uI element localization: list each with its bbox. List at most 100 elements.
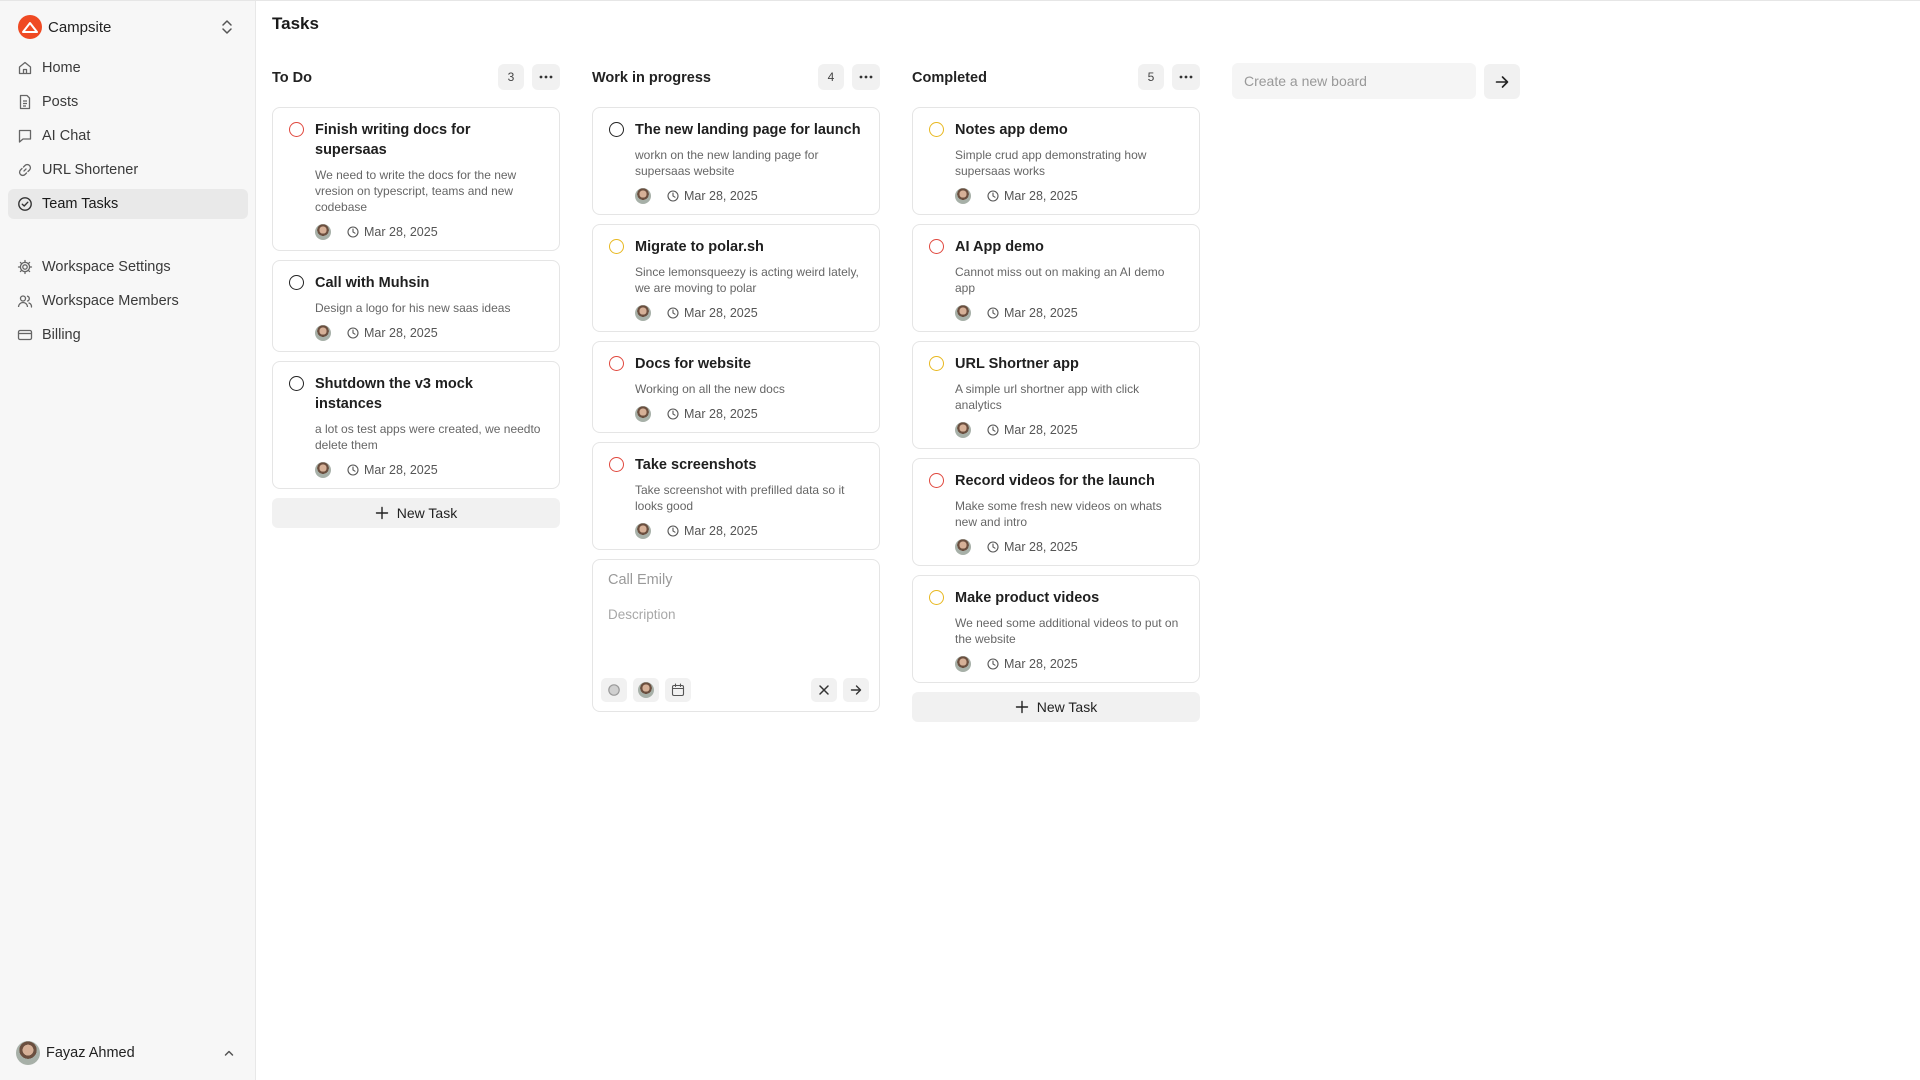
sidebar-item-ai-chat[interactable]: AI Chat: [8, 121, 248, 151]
users-icon: [17, 295, 33, 308]
task-card[interactable]: Make product videos We need some additio…: [912, 575, 1200, 683]
status-circle-icon[interactable]: [609, 239, 624, 254]
chevron-up-icon: [224, 1050, 234, 1056]
task-meta: Mar 28, 2025: [315, 224, 543, 240]
column-menu-button[interactable]: [1172, 64, 1200, 90]
clock-icon: [987, 307, 999, 319]
sidebar-item-url-shortener[interactable]: URL Shortener: [8, 155, 248, 185]
draft-date-button[interactable]: [665, 678, 691, 702]
user-menu[interactable]: Fayaz Ahmed: [16, 1038, 240, 1068]
column-menu-button[interactable]: [852, 64, 880, 90]
clock-icon: [987, 541, 999, 553]
task-card[interactable]: The new landing page for launch workn on…: [592, 107, 880, 215]
task-card[interactable]: URL Shortner app A simple url shortner a…: [912, 341, 1200, 449]
status-circle-icon[interactable]: [929, 356, 944, 371]
task-card[interactable]: Migrate to polar.sh Since lemonsqueezy i…: [592, 224, 880, 332]
chevron-up-down-icon: [222, 20, 232, 34]
sidebar-item-team-tasks[interactable]: Team Tasks: [8, 189, 248, 219]
task-meta: Mar 28, 2025: [635, 406, 863, 422]
new-task-button[interactable]: New Task: [272, 498, 560, 528]
clock-icon: [987, 424, 999, 436]
task-title: Migrate to polar.sh: [635, 239, 764, 255]
assignee-avatar: [955, 188, 971, 204]
status-circle-icon[interactable]: [609, 122, 624, 137]
task-meta: Mar 28, 2025: [315, 462, 543, 478]
campsite-logo-icon: [18, 15, 42, 39]
calendar-icon: [671, 683, 685, 697]
status-circle-icon[interactable]: [289, 376, 304, 391]
workspace-switcher[interactable]: Campsite: [12, 13, 242, 41]
column-menu-button[interactable]: [532, 64, 560, 90]
status-dot-icon: [608, 684, 620, 696]
create-board-button[interactable]: [1484, 64, 1520, 99]
task-card[interactable]: AI App demo Cannot miss out on making an…: [912, 224, 1200, 332]
clock-icon: [347, 327, 359, 339]
column-to-do: To Do 3 Finish writing docs for supersaa…: [272, 62, 560, 528]
sidebar-item-workspace-settings[interactable]: Workspace Settings: [8, 252, 248, 282]
draft-assignee-button[interactable]: [633, 678, 659, 702]
task-description: Design a logo for his new saas ideas: [315, 301, 511, 315]
draft-status-button[interactable]: [601, 678, 627, 702]
task-card[interactable]: Shutdown the v3 mock instances a lot os …: [272, 361, 560, 489]
sidebar-item-home[interactable]: Home: [8, 53, 248, 83]
task-title: Docs for website: [635, 356, 752, 372]
task-meta: Mar 28, 2025: [315, 325, 543, 341]
clock-icon: [667, 190, 679, 202]
task-meta: Mar 28, 2025: [955, 422, 1183, 438]
task-description: We need some additional videos to put on…: [955, 616, 1179, 646]
status-circle-icon[interactable]: [609, 356, 624, 371]
page-title: Tasks: [272, 14, 319, 33]
plus-icon: [375, 506, 388, 520]
task-description: We need to write the docs for the new vr…: [315, 168, 517, 214]
sidebar-item-workspace-members[interactable]: Workspace Members: [8, 286, 248, 316]
status-circle-icon[interactable]: [929, 473, 944, 488]
workspace-name: Campsite: [48, 18, 112, 36]
status-circle-icon[interactable]: [609, 457, 624, 472]
task-card[interactable]: Call with Muhsin Design a logo for his n…: [272, 260, 560, 352]
task-meta: Mar 28, 2025: [955, 305, 1183, 321]
card-list: Finish writing docs for supersaas We nee…: [272, 107, 560, 528]
task-date: Mar 28, 2025: [364, 225, 438, 239]
task-meta: Mar 28, 2025: [635, 523, 863, 539]
sidebar-item-label: URL Shortener: [42, 162, 139, 178]
top-border: [0, 0, 1920, 1]
assignee-avatar: [635, 406, 651, 422]
sidebar-item-billing[interactable]: Billing: [8, 320, 248, 350]
task-title: The new landing page for launch: [635, 122, 861, 138]
column-title: Completed: [912, 70, 987, 86]
sidebar-item-posts[interactable]: Posts: [8, 87, 248, 117]
assignee-avatar: [638, 682, 654, 698]
status-circle-icon[interactable]: [929, 239, 944, 254]
column-completed: Completed 5 Notes app demo Simple crud a…: [912, 62, 1200, 722]
task-description: A simple url shortner app with click ana…: [955, 382, 1140, 412]
task-card[interactable]: Docs for website Working on all the new …: [592, 341, 880, 433]
task-card[interactable]: Finish writing docs for supersaas We nee…: [272, 107, 560, 251]
task-card[interactable]: Record videos for the launch Make some f…: [912, 458, 1200, 566]
draft-title-input[interactable]: [608, 572, 864, 588]
new-task-label: New Task: [396, 505, 458, 521]
task-date: Mar 28, 2025: [1004, 189, 1078, 203]
create-board-input[interactable]: [1232, 63, 1476, 99]
status-circle-icon[interactable]: [289, 122, 304, 137]
sidebar: Campsite Home Posts AI Chat URL Shortene…: [0, 1, 256, 1080]
task-description: workn on the new landing page for supers…: [635, 148, 819, 178]
new-task-button[interactable]: New Task: [912, 692, 1200, 722]
column-header: Work in progress 4: [592, 62, 880, 94]
draft-cancel-button[interactable]: [811, 678, 837, 702]
sidebar-item-label: Workspace Settings: [42, 259, 171, 275]
task-date: Mar 28, 2025: [1004, 657, 1078, 671]
status-circle-icon[interactable]: [929, 590, 944, 605]
main-nav: Home Posts AI Chat URL Shortener Team Ta…: [8, 53, 248, 223]
task-title: AI App demo: [955, 239, 1044, 255]
draft-submit-button[interactable]: [843, 678, 869, 702]
status-circle-icon[interactable]: [929, 122, 944, 137]
task-title: Notes app demo: [955, 122, 1068, 138]
column-count-badge: 3: [498, 64, 524, 90]
task-card[interactable]: Take screenshots Take screenshot with pr…: [592, 442, 880, 550]
arrow-right-icon: [1495, 75, 1509, 88]
draft-description-input[interactable]: [608, 607, 864, 622]
column-work-in-progress: Work in progress 4 The new landing page …: [592, 62, 880, 712]
task-card[interactable]: Notes app demo Simple crud app demonstra…: [912, 107, 1200, 215]
sidebar-item-label: AI Chat: [42, 128, 91, 144]
status-circle-icon[interactable]: [289, 275, 304, 290]
